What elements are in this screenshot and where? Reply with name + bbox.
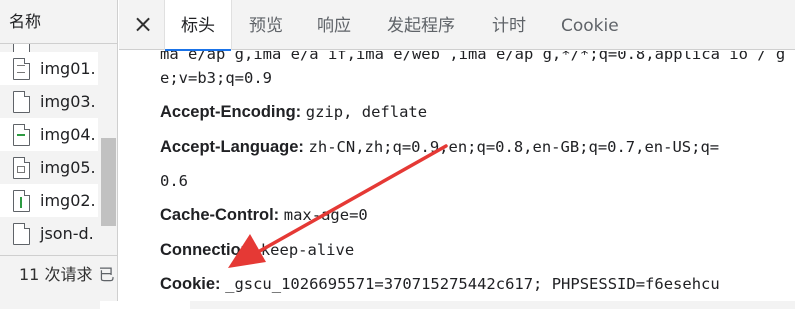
header-name: Accept-Encoding: bbox=[160, 103, 302, 121]
list-item[interactable]: img02. bbox=[0, 184, 98, 217]
header-name: Cache-Control: bbox=[160, 206, 280, 224]
header-value: keep-alive bbox=[260, 241, 355, 259]
list-item[interactable] bbox=[0, 44, 98, 58]
tab-cookies[interactable]: Cookie bbox=[561, 0, 619, 50]
name-column-header[interactable]: 名称 bbox=[0, 0, 117, 44]
header-value: _gscu_1026695571=370715275442c617; PHPSE… bbox=[225, 275, 720, 293]
request-list-panel: 名称 img01. img03. img04. img05. img02. js… bbox=[0, 0, 118, 309]
header-name: Cookie: bbox=[160, 275, 221, 293]
close-icon[interactable]: × bbox=[131, 12, 155, 37]
image-file-icon bbox=[13, 189, 31, 212]
image-file-icon bbox=[13, 156, 31, 179]
header-row-accept-encoding: Accept-Encoding: gzip, deflate bbox=[160, 102, 427, 122]
request-name: img01. bbox=[40, 59, 96, 78]
header-row-accept-language: Accept-Language: zh-CN,zh;q=0.9,en;q=0.8… bbox=[160, 137, 719, 157]
list-scrollbar-thumb[interactable] bbox=[101, 138, 116, 226]
tab-timing[interactable]: 计时 bbox=[492, 0, 526, 50]
accept-header-clipped: ma e/ap g,ima e/a if,ima e/web ,ima e/ap… bbox=[160, 51, 795, 63]
file-icon bbox=[13, 222, 31, 245]
list-item[interactable]: img05. bbox=[0, 151, 98, 184]
header-row-cache-control: Cache-Control: max-age=0 bbox=[160, 205, 368, 225]
header-value: max-age=0 bbox=[283, 206, 368, 224]
tab-response[interactable]: 响应 bbox=[317, 0, 351, 50]
detail-tab-bar: × 标头 预览 响应 发起程序 计时 Cookie bbox=[119, 0, 795, 51]
tab-initiator[interactable]: 发起程序 bbox=[387, 0, 455, 50]
list-item[interactable]: img03. bbox=[0, 85, 98, 118]
bottom-edge bbox=[119, 301, 795, 309]
request-name: img02. bbox=[40, 191, 96, 210]
header-row-cookie: Cookie: _gscu_1026695571=370715275442c61… bbox=[160, 274, 720, 294]
request-name: img05. bbox=[40, 158, 96, 177]
request-count: 11 次请求 bbox=[19, 265, 93, 284]
list-item[interactable]: img01. bbox=[0, 52, 98, 85]
header-value-continuation: 0.6 bbox=[160, 172, 188, 190]
request-headers-content: ma e/ap g,ima e/a if,ima e/web ,ima e/ap… bbox=[119, 51, 795, 309]
file-icon bbox=[13, 90, 31, 113]
request-name: img04. bbox=[40, 125, 96, 144]
list-item[interactable]: json-d. bbox=[0, 217, 98, 250]
tab-headers[interactable]: 标头 bbox=[164, 0, 232, 51]
tab-preview[interactable]: 预览 bbox=[249, 0, 283, 50]
request-list: img01. img03. img04. img05. img02. json-… bbox=[0, 44, 98, 254]
header-value: gzip, deflate bbox=[305, 103, 428, 121]
bottom-edge-gap bbox=[100, 301, 190, 309]
request-name: json-d. bbox=[40, 224, 94, 243]
image-file-icon bbox=[13, 57, 31, 80]
request-name: img03. bbox=[40, 92, 96, 111]
list-item[interactable]: img04. bbox=[0, 118, 98, 151]
header-name: Accept-Language: bbox=[160, 138, 304, 156]
header-row-connection: Connection: keep-alive bbox=[160, 240, 354, 260]
status-extra: 已 bbox=[98, 265, 115, 284]
header-value: zh-CN,zh;q=0.9,en;q=0.8,en-GB;q=0.7,en-U… bbox=[308, 138, 720, 156]
accept-header-continuation: e;v=b3;q=0.9 bbox=[160, 69, 272, 87]
image-file-icon bbox=[13, 123, 31, 146]
header-name: Connection: bbox=[160, 241, 257, 259]
